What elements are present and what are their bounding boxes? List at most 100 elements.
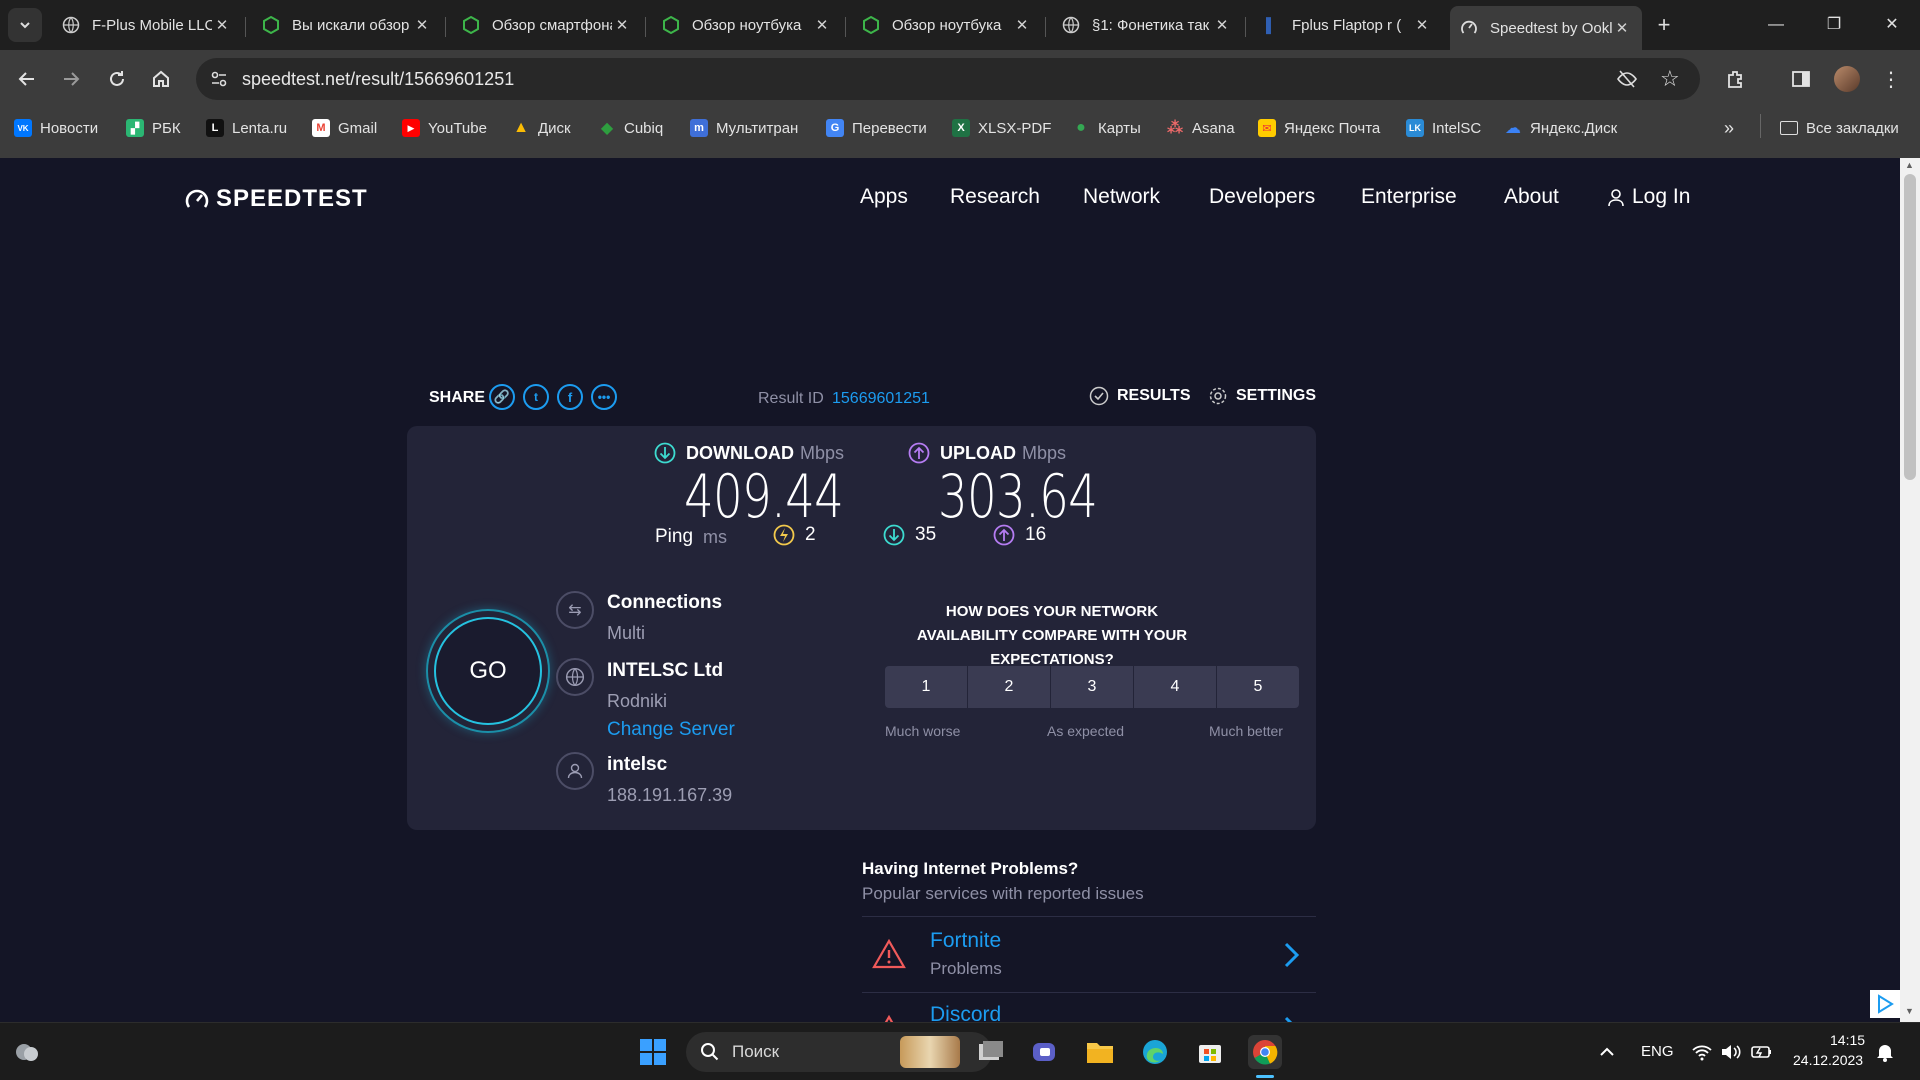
weather-widget-icon[interactable]	[10, 1035, 44, 1069]
bookmark-news[interactable]: VK Новости	[14, 116, 98, 140]
bookmark-gmail[interactable]: M Gmail	[312, 116, 377, 140]
connections-title: Connections	[607, 592, 723, 613]
more-share-icon[interactable]: •••	[591, 384, 617, 410]
maximize-button[interactable]: ❐	[1814, 10, 1854, 40]
all-bookmarks-button[interactable]: Все закладки	[1780, 116, 1899, 140]
close-tab-icon[interactable]: ✕	[1412, 16, 1432, 34]
chrome-icon[interactable]	[1248, 1035, 1282, 1069]
tab-5[interactable]: §1: Фонетика так ✕	[1052, 8, 1242, 42]
rating-3[interactable]: 3	[1051, 666, 1133, 708]
tab-2[interactable]: Обзор смартфона ✕	[452, 8, 642, 42]
problem-item-discord[interactable]: Discord	[862, 993, 1316, 1022]
rating-5[interactable]: 5	[1217, 666, 1299, 708]
problem-item-fortnite[interactable]: Fortnite Problems	[862, 917, 1316, 991]
close-tab-icon[interactable]: ✕	[412, 16, 432, 34]
settings-button[interactable]: SETTINGS	[1208, 386, 1316, 406]
bookmark-google-drive[interactable]: ▲ Диск	[512, 116, 571, 140]
nav-network[interactable]: Network	[1083, 185, 1160, 209]
extensions-button[interactable]	[1718, 62, 1752, 96]
reload-button[interactable]	[100, 62, 134, 96]
bookmark-cubiq[interactable]: ◆ Cubiq	[598, 116, 663, 140]
minimize-button[interactable]: —	[1756, 10, 1796, 40]
taskbar-search[interactable]: Поиск	[686, 1032, 992, 1072]
ad-choices-icon[interactable]	[1870, 990, 1900, 1018]
tab-0[interactable]: F-Plus Mobile LLC ✕	[52, 8, 242, 42]
bookmark-lenta[interactable]: L Lenta.ru	[206, 116, 287, 140]
bookmark-yandex-disk[interactable]: ☁ Яндекс.Диск	[1504, 116, 1617, 140]
teams-icon[interactable]	[1028, 1035, 1062, 1069]
no-tracking-eye-icon[interactable]	[1616, 69, 1638, 94]
nav-about[interactable]: About	[1504, 185, 1559, 209]
scroll-up-arrow[interactable]: ▲	[1905, 160, 1914, 170]
change-server-link[interactable]: Change Server	[607, 719, 735, 741]
twitter-icon[interactable]: t	[523, 384, 549, 410]
notification-bell-icon[interactable]	[1868, 1035, 1902, 1069]
scroll-down-arrow[interactable]: ▼	[1905, 1006, 1914, 1016]
close-tab-icon[interactable]: ✕	[212, 16, 232, 34]
close-tab-icon[interactable]: ✕	[1012, 16, 1032, 34]
site-info-icon[interactable]	[210, 70, 228, 93]
show-hidden-icons-chevron-up-icon[interactable]	[1590, 1035, 1624, 1069]
page-scrollbar[interactable]: ▲ ▼	[1900, 158, 1920, 1022]
nav-enterprise[interactable]: Enterprise	[1361, 185, 1457, 209]
bookmark-rbc[interactable]: ▞ РБК	[126, 116, 181, 140]
rating-1[interactable]: 1	[885, 666, 967, 708]
scroll-thumb[interactable]	[1904, 174, 1916, 480]
close-tab-icon[interactable]: ✕	[1212, 16, 1232, 34]
bookmark-star-icon[interactable]: ☆	[1660, 66, 1680, 92]
bookmark-intelsc[interactable]: LK IntelSC	[1406, 116, 1481, 140]
battery-icon[interactable]	[1745, 1035, 1779, 1069]
speedtest-logo[interactable]: SPEEDTEST	[184, 185, 368, 213]
task-view-icon[interactable]	[974, 1035, 1008, 1069]
microsoft-store-icon[interactable]	[1193, 1035, 1227, 1069]
close-tab-icon[interactable]: ✕	[1612, 19, 1632, 37]
go-button[interactable]: GO	[426, 609, 550, 733]
download-label: DOWNLOAD	[686, 442, 794, 463]
home-button[interactable]	[144, 62, 178, 96]
forward-button[interactable]	[54, 62, 88, 96]
tab-search-button[interactable]	[8, 8, 42, 42]
close-tab-icon[interactable]: ✕	[612, 16, 632, 34]
facebook-icon[interactable]: f	[557, 384, 583, 410]
close-tab-icon[interactable]: ✕	[812, 16, 832, 34]
back-button[interactable]	[10, 62, 44, 96]
share-label: SHARE	[429, 389, 486, 406]
more-bookmarks-button[interactable]: »	[1724, 116, 1734, 140]
tab-3[interactable]: Обзор ноутбука ✕	[652, 8, 842, 42]
results-label: RESULTS	[1117, 387, 1191, 404]
rating-2[interactable]: 2	[968, 666, 1050, 708]
bookmark-translate[interactable]: G Перевести	[826, 116, 927, 140]
new-tab-button[interactable]: +	[1644, 10, 1684, 40]
language-indicator[interactable]: ENG	[1641, 1043, 1674, 1060]
edge-icon[interactable]	[1138, 1035, 1172, 1069]
browser-tab-strip: F-Plus Mobile LLC ✕ Вы искали обзор ✕ Об…	[0, 0, 1920, 50]
profile-avatar[interactable]	[1830, 62, 1864, 96]
clock-date[interactable]: 24.12.2023	[1793, 1052, 1863, 1068]
results-button[interactable]: RESULTS	[1089, 386, 1190, 406]
side-panel-button[interactable]	[1784, 62, 1818, 96]
bookmark-maps[interactable]: ● Карты	[1072, 116, 1141, 140]
bookmark-multitran[interactable]: m Мультитран	[690, 116, 798, 140]
bookmark-yandex-mail[interactable]: ✉ Яндекс Почта	[1258, 116, 1380, 140]
nav-apps[interactable]: Apps	[860, 185, 908, 209]
tab-7-active[interactable]: Speedtest by Ookla ✕	[1450, 6, 1642, 50]
tab-6[interactable]: ▌ Fplus Flaptop r ( ✕	[1252, 8, 1442, 42]
start-button[interactable]	[636, 1035, 670, 1069]
close-window-button[interactable]: ✕	[1872, 10, 1912, 40]
bookmark-asana[interactable]: ⁂ Asana	[1166, 116, 1235, 140]
volume-icon[interactable]	[1714, 1035, 1748, 1069]
bookmark-youtube[interactable]: ▶ YouTube	[402, 116, 487, 140]
tab-1[interactable]: Вы искали обзор ✕	[252, 8, 442, 42]
clock-time[interactable]: 14:15	[1830, 1032, 1865, 1048]
login-link[interactable]: Log In	[1606, 185, 1690, 209]
address-bar[interactable]: speedtest.net/result/15669601251 ☆	[196, 58, 1700, 100]
rating-4[interactable]: 4	[1134, 666, 1216, 708]
bookmark-xlsx-pdf[interactable]: X XLSX-PDF	[952, 116, 1051, 140]
menu-button[interactable]: ⋮	[1874, 62, 1908, 96]
copy-link-icon[interactable]: 🔗	[489, 384, 515, 410]
tab-4[interactable]: Обзор ноутбука ✕	[852, 8, 1042, 42]
file-explorer-icon[interactable]	[1083, 1035, 1117, 1069]
result-id-value[interactable]: 15669601251	[832, 390, 930, 408]
nav-developers[interactable]: Developers	[1209, 185, 1315, 209]
nav-research[interactable]: Research	[950, 185, 1040, 209]
